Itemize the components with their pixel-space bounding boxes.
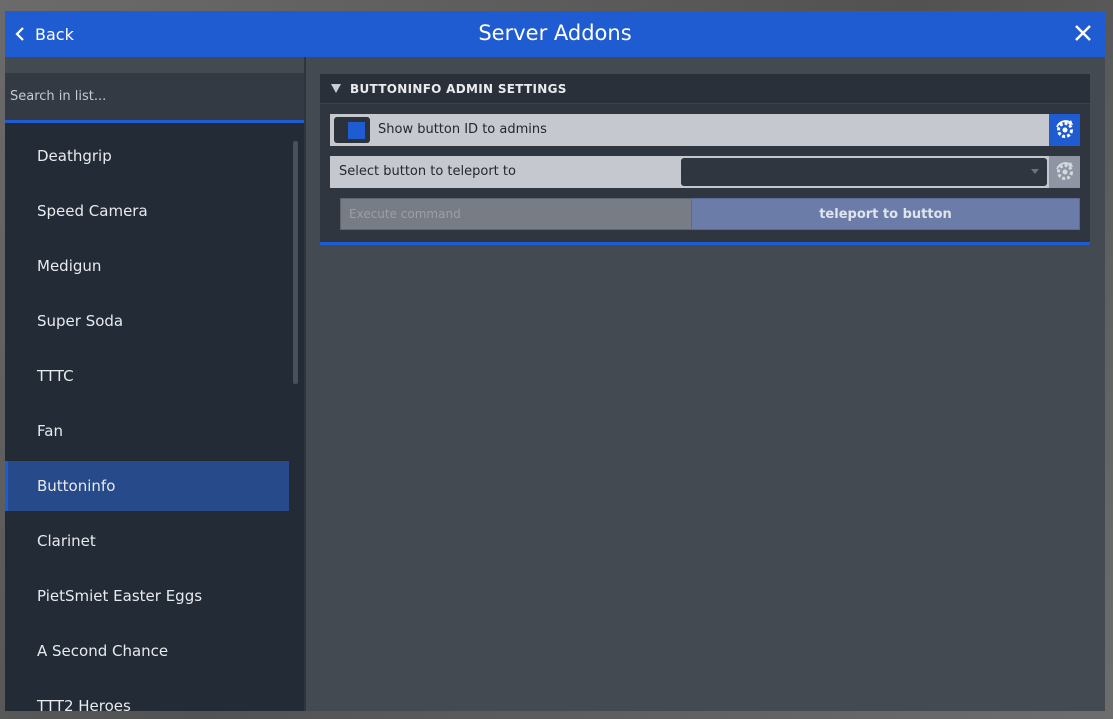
list-item-fan[interactable]: Fan [5,406,289,456]
sidebar-divider [304,57,306,711]
list-item-buttoninfo[interactable]: Buttoninfo [5,461,289,511]
close-button[interactable] [1073,23,1093,43]
list-item-ttt2-heroes[interactable]: TTT2 Heroes [5,681,289,711]
list-item-medigun[interactable]: Medigun [5,241,289,291]
checkbox-checked-indicator [348,122,365,139]
list-item-deathgrip[interactable]: Deathgrip [5,131,289,181]
list-item-clarinet[interactable]: Clarinet [5,516,289,566]
teleport-button-dropdown[interactable] [681,158,1047,186]
reset-button-disabled[interactable] [1049,156,1080,188]
checkbox-label: Show button ID to admins [378,122,547,137]
select-button-row: Select button to teleport to [330,156,1080,188]
show-button-id-row: Show button ID to admins [330,114,1080,146]
triangle-down-icon [331,84,341,93]
select-label: Select button to teleport to [339,164,516,179]
list-item-label: Deathgrip [37,147,112,165]
list-item-super-soda[interactable]: Super Soda [5,296,289,346]
panel-header[interactable]: BUTTONINFO ADMIN SETTINGS [320,74,1090,104]
list-item-label: Buttoninfo [37,477,116,495]
list-item-label: Medigun [37,257,102,275]
command-row: teleport to button [340,198,1080,230]
list-item-a-second-chance[interactable]: A Second Chance [5,626,289,676]
caret-down-icon [1031,169,1039,174]
title-bar: Back Server Addons [5,11,1105,57]
command-input[interactable] [340,198,691,230]
search-input[interactable] [5,73,304,120]
list-item-label: TTT2 Heroes [37,697,131,711]
settings-panel: BUTTONINFO ADMIN SETTINGS Show button ID… [320,74,1090,245]
list-item-label: Clarinet [37,532,96,550]
list-item-label: Fan [37,422,63,440]
reset-button[interactable] [1049,114,1080,146]
panel-title: BUTTONINFO ADMIN SETTINGS [350,81,567,96]
show-button-id-checkbox[interactable] [334,117,370,143]
list-item-label: Speed Camera [37,202,148,220]
list-item-label: TTTC [37,367,74,385]
teleport-to-button[interactable]: teleport to button [691,198,1080,230]
list-item-speed-camera[interactable]: Speed Camera [5,186,289,236]
teleport-button-label: teleport to button [819,206,952,222]
reset-gear-icon [1055,162,1073,180]
reset-gear-icon [1055,120,1073,138]
list-item-tttc[interactable]: TTTC [5,351,289,401]
sidebar-scrollbar[interactable] [293,141,298,384]
addon-list: Deathgrip Speed Camera Medigun Super Sod… [5,131,289,711]
list-item-label: PietSmiet Easter Eggs [37,587,203,605]
search-box [5,73,304,123]
list-item-label: Super Soda [37,312,124,330]
close-icon [1075,25,1091,41]
addon-sidebar: Deathgrip Speed Camera Medigun Super Sod… [5,73,304,711]
window-title: Server Addons [478,21,632,45]
list-item-label: A Second Chance [37,642,169,660]
server-addons-window: Back Server Addons Deathgrip Speed Camer… [5,11,1105,711]
list-item-pietsmiet-easter-eggs[interactable]: PietSmiet Easter Eggs [5,571,289,621]
